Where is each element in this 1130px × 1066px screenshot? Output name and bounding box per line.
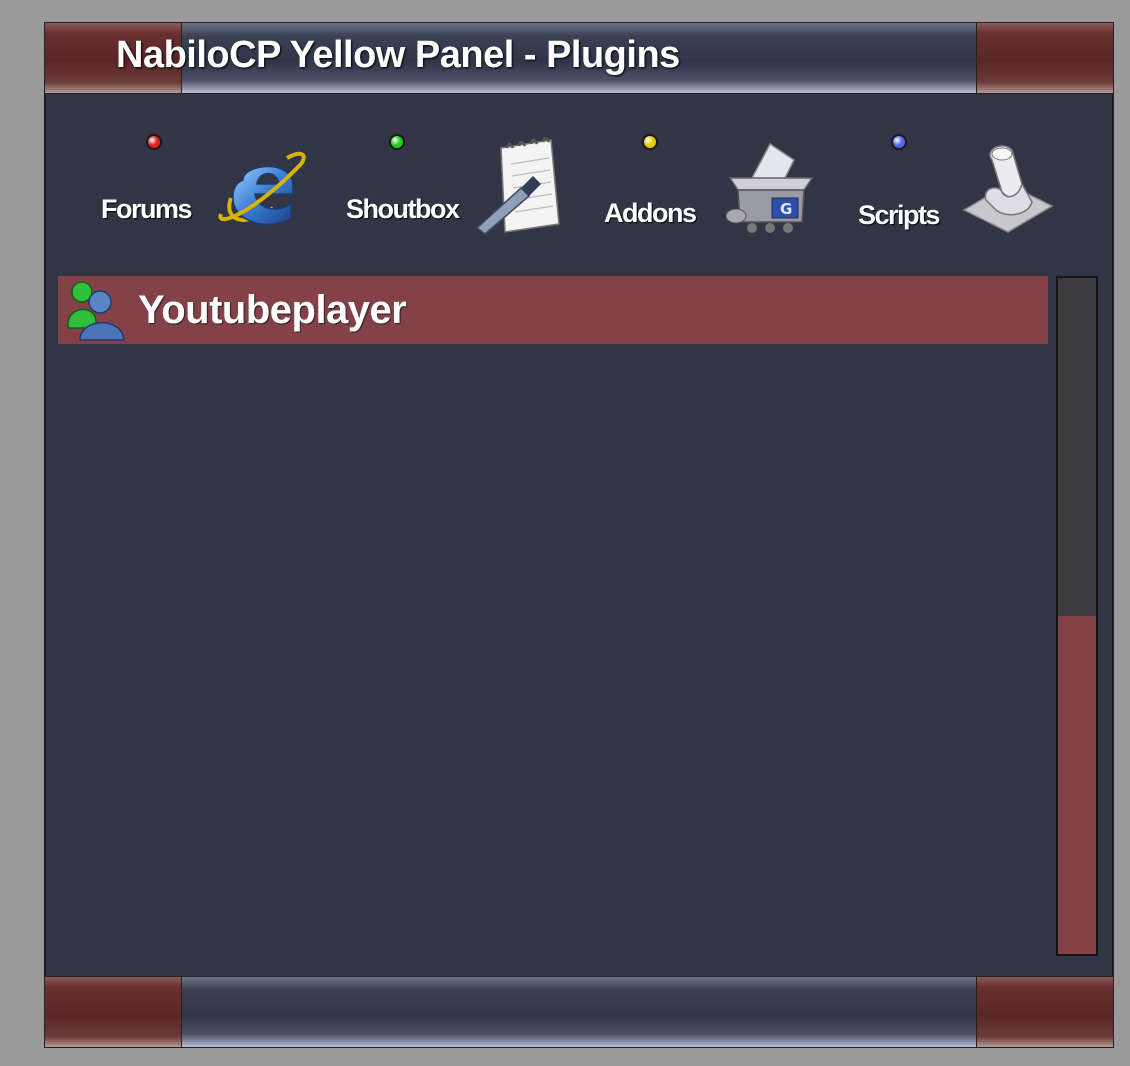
title-bar: NabiloCP Yellow Panel - Plugins: [44, 22, 1114, 94]
window-title: NabiloCP Yellow Panel - Plugins: [116, 34, 680, 76]
nav-label-scripts: Scripts: [858, 200, 941, 230]
nav-item-shoutbox[interactable]: Shoutbox: [346, 124, 566, 244]
nav-label-shoutbox: Shoutbox: [346, 194, 460, 224]
user-plugin-icon: [67, 281, 125, 341]
scrollbar-thumb[interactable]: [1058, 616, 1096, 954]
footer-right-cap: [976, 976, 1114, 1048]
notepad-pen-icon: [475, 136, 560, 235]
svg-text:G: G: [780, 200, 792, 218]
scroll-paper-icon: [962, 145, 1054, 233]
nav-label-addons: Addons: [604, 198, 697, 228]
nav-item-scripts[interactable]: Scripts: [858, 124, 1058, 244]
plugin-list: Youtubeplayer: [58, 276, 1048, 344]
footer-center: [182, 976, 976, 1048]
status-dot-green: [389, 134, 405, 150]
status-dot-red: [146, 134, 162, 150]
status-dot-yellow: [642, 134, 658, 150]
nav-item-addons[interactable]: Addons G: [604, 124, 824, 244]
list-item[interactable]: Youtubeplayer: [58, 276, 1048, 344]
nav-label-forums: Forums: [101, 194, 193, 224]
nav-item-forums[interactable]: Forums: [101, 124, 316, 244]
internet-explorer-icon: [218, 151, 306, 226]
footer-left-cap: [44, 976, 182, 1048]
footer-bar: [44, 976, 1114, 1048]
plugin-name: Youtubeplayer: [138, 287, 407, 332]
scrollbar[interactable]: [1056, 276, 1098, 956]
nav-bar: Forums Shoutbox Addons G Scripts: [46, 124, 1112, 244]
status-dot-blue: [891, 134, 907, 150]
package-box-icon: G: [725, 142, 814, 233]
plugins-window: NabiloCP Yellow Panel - Plugins Forums S…: [44, 22, 1114, 1048]
title-bar-right-cap: [976, 22, 1114, 94]
